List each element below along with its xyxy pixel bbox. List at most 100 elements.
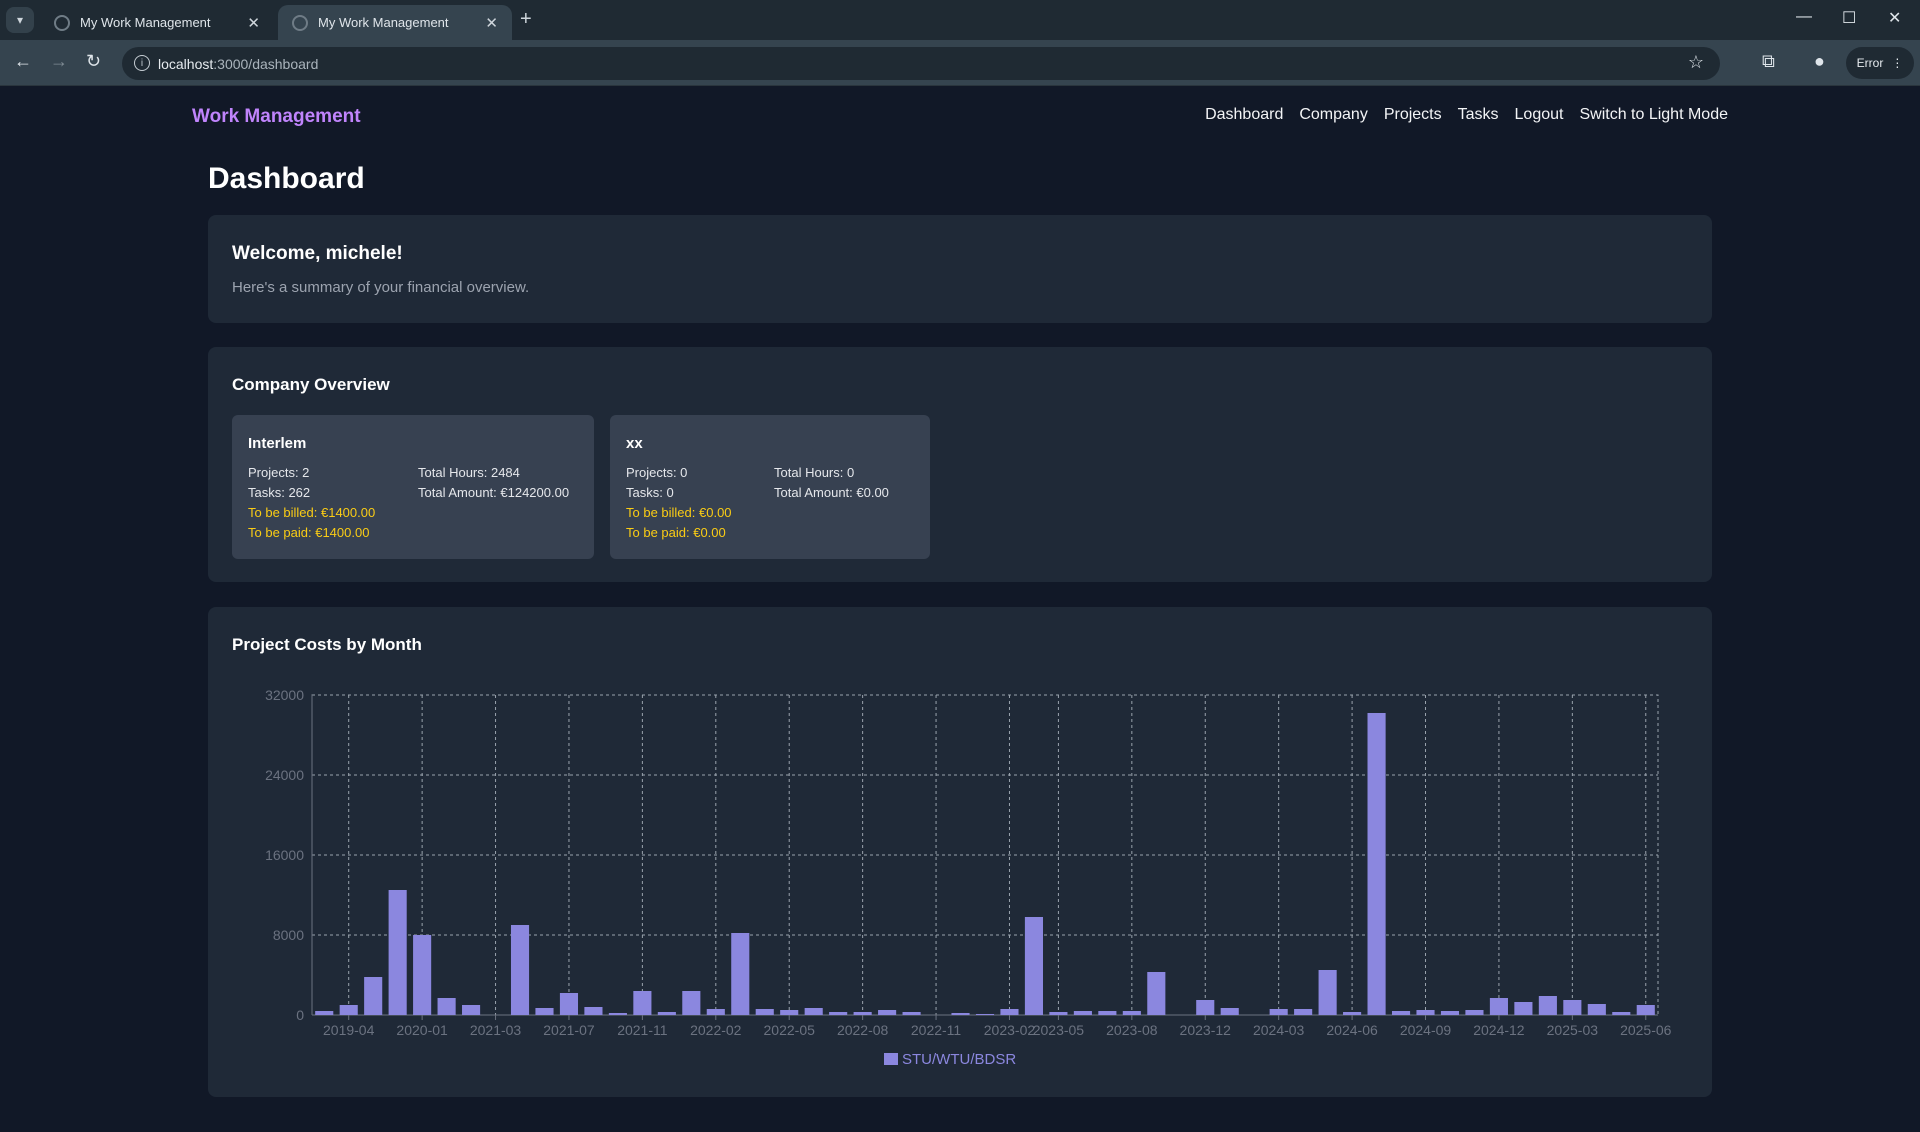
address-bar[interactable]: i localhost:3000/dashboard ☆ (122, 47, 1720, 80)
company-total-amount: Total Amount: €0.00 (774, 485, 889, 500)
minimize-icon[interactable]: — (1796, 8, 1812, 26)
y-tick-label: 24000 (265, 767, 304, 783)
chart-bar (853, 1012, 872, 1015)
brand-logo[interactable]: Work Management (192, 106, 361, 128)
nav-link-tasks[interactable]: Tasks (1458, 106, 1499, 124)
browser-tab-active[interactable]: My Work Management ✕ (278, 5, 512, 40)
welcome-card: Welcome, michele! Here's a summary of yo… (208, 215, 1712, 323)
window-close-icon[interactable]: ✕ (1888, 8, 1901, 28)
legend-label: STU/WTU/BDSR (902, 1051, 1016, 1068)
chart-bar (437, 998, 456, 1015)
welcome-subtitle: Here's a summary of your financial overv… (232, 279, 530, 296)
chart-bar (706, 1009, 725, 1015)
page-title: Dashboard (208, 162, 365, 195)
welcome-heading: Welcome, michele! (232, 243, 403, 264)
chart-bar (633, 991, 652, 1015)
nav-link-company[interactable]: Company (1299, 106, 1367, 124)
chart-bar (1612, 1012, 1631, 1015)
nav-link-projects[interactable]: Projects (1384, 106, 1442, 124)
globe-icon (54, 14, 70, 31)
browser-toolbar: ← → ↻ i localhost:3000/dashboard ☆ ⧉ ● E… (0, 40, 1920, 86)
chart-bar (1073, 1011, 1092, 1015)
chart-bar (804, 1008, 823, 1015)
company-tasks: Tasks: 0 (626, 485, 674, 500)
company-name: xx (626, 435, 643, 452)
company-total-hours: Total Hours: 2484 (418, 465, 520, 480)
chart-bar (1416, 1010, 1435, 1015)
x-tick-label: 2022-11 (911, 1022, 962, 1038)
x-tick-label: 2022-02 (690, 1022, 742, 1038)
tab-title: My Work Management (80, 15, 211, 30)
chart-bar (755, 1009, 774, 1015)
company-stats-right: Total Hours: 0 Total Amount: €0.00 (774, 463, 889, 503)
company-to-be-paid: To be paid: €0.00 (626, 525, 726, 540)
chart-bar (559, 993, 579, 1015)
close-icon[interactable]: ✕ (247, 14, 260, 32)
chart-bar (1098, 1011, 1117, 1015)
company-to-be-billed: To be billed: €0.00 (626, 505, 732, 520)
nav-link-logout[interactable]: Logout (1515, 106, 1564, 124)
chart-bar (1563, 1000, 1582, 1015)
site-info-icon[interactable]: i (134, 55, 150, 71)
company-name: Interlem (248, 435, 307, 452)
x-tick-label: 2019-04 (323, 1022, 375, 1038)
x-tick-label: 2023-08 (1106, 1022, 1158, 1038)
bookmark-star-icon[interactable]: ☆ (1688, 52, 1704, 73)
new-tab-button[interactable]: + (520, 8, 532, 31)
chart-bar (1343, 1012, 1362, 1015)
x-tick-label: 2024-03 (1253, 1022, 1305, 1038)
chart-bar (1318, 970, 1337, 1015)
nav-links: Dashboard Company Projects Tasks Logout … (1205, 106, 1728, 124)
x-tick-label: 2025-03 (1547, 1022, 1599, 1038)
x-tick-label: 2023-12 (1180, 1022, 1232, 1038)
x-tick-label: 2020-01 (396, 1022, 448, 1038)
browser-tab[interactable]: My Work Management ✕ (40, 5, 274, 40)
error-button[interactable]: Error ⋮ (1846, 47, 1914, 79)
company-stats-left: Projects: 2 Tasks: 262 To be billed: €14… (248, 463, 375, 543)
x-tick-label: 2024-09 (1400, 1022, 1452, 1038)
tab-search-button[interactable]: ▾ (6, 7, 34, 33)
close-icon[interactable]: ✕ (485, 14, 498, 32)
company-card-xx: xx Projects: 0 Tasks: 0 To be billed: €0… (610, 415, 930, 559)
reload-icon[interactable]: ↻ (86, 51, 101, 72)
x-tick-label: 2024-06 (1326, 1022, 1378, 1038)
chart-bar (1636, 1005, 1655, 1015)
chart-bar (1024, 917, 1044, 1015)
chart-bar (1367, 713, 1386, 1015)
company-to-be-paid: To be paid: €1400.00 (248, 525, 370, 540)
company-projects: Projects: 2 (248, 465, 310, 480)
y-tick-label: 0 (296, 1007, 304, 1023)
company-card-interlem: Interlem Projects: 2 Tasks: 262 To be bi… (232, 415, 594, 559)
chart-bar (1391, 1011, 1411, 1015)
theme-toggle-link[interactable]: Switch to Light Mode (1579, 106, 1728, 124)
company-overview-title: Company Overview (232, 375, 390, 394)
chart-bar (1049, 1012, 1068, 1015)
chart-bar (878, 1010, 897, 1015)
chart-bar (731, 933, 750, 1015)
chart-bar (780, 1010, 799, 1015)
chart-bar (1489, 998, 1508, 1015)
x-tick-label: 2022-08 (837, 1022, 889, 1038)
chart-bar (682, 991, 701, 1015)
company-total-amount: Total Amount: €124200.00 (418, 485, 570, 500)
company-projects: Projects: 0 (626, 465, 688, 480)
x-tick-label: 2025-06 (1620, 1022, 1672, 1038)
x-tick-label: 2021-03 (470, 1022, 522, 1038)
profile-icon[interactable]: ● (1814, 51, 1825, 72)
chart-bar (975, 1014, 995, 1015)
maximize-icon[interactable]: ☐ (1842, 8, 1856, 28)
chart-bar (1122, 1011, 1141, 1015)
extensions-icon[interactable]: ⧉ (1762, 51, 1775, 72)
chart-bar (315, 1011, 334, 1015)
nav-link-dashboard[interactable]: Dashboard (1205, 106, 1283, 124)
chart-bar (1196, 1000, 1215, 1015)
x-tick-label: 2021-11 (617, 1022, 668, 1038)
chart-bar (413, 935, 432, 1015)
error-label: Error (1856, 56, 1884, 70)
company-overview-card: Company Overview Interlem Projects: 2 Ta… (208, 347, 1712, 582)
chart-bar (1269, 1009, 1288, 1015)
chart-bar (510, 925, 530, 1015)
back-icon[interactable]: ← (14, 51, 32, 72)
forward-icon[interactable]: → (50, 51, 68, 72)
chart-bar (584, 1007, 603, 1015)
